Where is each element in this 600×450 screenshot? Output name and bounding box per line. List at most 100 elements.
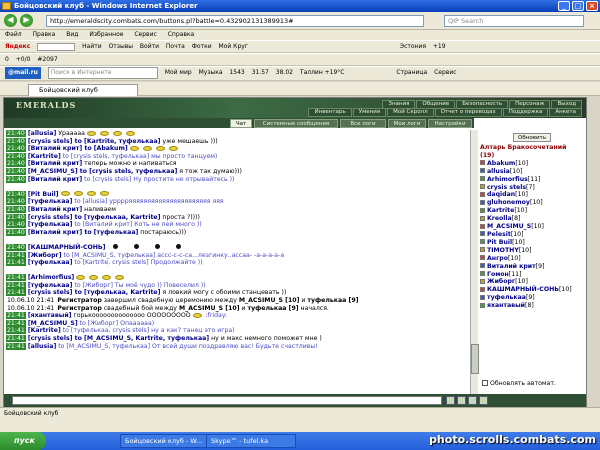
user-row[interactable]: Kreolla[8] [480, 215, 584, 223]
user-name[interactable]: Виталий крит [487, 263, 536, 270]
start-button[interactable]: пуск [0, 432, 46, 450]
user-name[interactable]: Abakum [487, 160, 515, 167]
user-row[interactable]: Ангро[10] [480, 255, 584, 263]
menu-profile[interactable]: Анкета [549, 108, 582, 117]
chat-input[interactable] [12, 396, 442, 405]
chat-nick[interactable]: [туфелькаа] [28, 259, 73, 266]
chat-recipient[interactable]: to [M_ACSIMU_S, Kartrite, туфелькаа] [73, 335, 209, 342]
chat-nick[interactable]: [allusia] [28, 130, 56, 137]
user-row[interactable]: Pit Buil[10] [480, 239, 584, 247]
tab-system-messages[interactable]: Системные сообщения [254, 119, 338, 128]
user-name[interactable]: Жиборг [487, 278, 515, 285]
user-name[interactable]: туфелькаа [487, 294, 526, 301]
chat-nick[interactable]: [Kartrite] [28, 153, 61, 160]
tab-fight-club[interactable]: Бойцовский клуб [28, 84, 138, 96]
user-row[interactable]: M_ACSIMU_S[10] [480, 223, 584, 231]
toolbar-item-reviews[interactable]: Отзывы [109, 41, 133, 52]
user-row[interactable]: яхантавый[8] [480, 302, 584, 310]
chat-nick[interactable]: [Виталий крит] [28, 145, 82, 152]
user-row[interactable]: туфелькаа[9] [480, 294, 584, 302]
url-field[interactable]: http://emeraldscity.combats.com/buttons.… [46, 15, 424, 27]
task-skype[interactable]: Skype™ - tufel.ka [206, 434, 296, 448]
user-row[interactable]: Виталий крит[9] [480, 263, 584, 271]
clear-button[interactable] [468, 396, 477, 405]
menu-transfers[interactable]: Отчет о переводах [434, 108, 502, 117]
chat-recipient[interactable]: to [Abakum] [82, 145, 127, 152]
chat-nick[interactable]: [туфелькаа] [28, 221, 73, 228]
user-name[interactable]: Kreolla [487, 215, 512, 222]
yandex-find-button[interactable]: Найти [82, 41, 101, 52]
translit-button[interactable] [479, 396, 488, 405]
chat-user-b[interactable]: туфелькаа [9] [307, 297, 358, 304]
menu-myscroll[interactable]: Мой Скролл [387, 108, 434, 117]
chat-nick[interactable]: [Виталий крит] [28, 176, 82, 183]
chat-recipient[interactable]: to [Kartrite, crysis stels] [72, 259, 148, 266]
user-name[interactable]: Arhimorfius [487, 176, 528, 183]
tab-chat[interactable]: Чат [230, 119, 252, 128]
user-name[interactable]: M_ACSIMU_S [487, 223, 531, 230]
chat-recipient[interactable]: to [crysis stels, туфелькаа] [78, 168, 178, 175]
chat-nick[interactable]: [Виталий крит] [28, 206, 82, 213]
user-row[interactable]: Abakum[10] [480, 160, 584, 168]
toolbar-item-music[interactable]: Музыка [199, 67, 223, 79]
chat-recipient[interactable]: to [туфелькаа, Kartrite] [73, 214, 161, 221]
minimize-button[interactable]: _ [558, 1, 570, 11]
user-name[interactable]: Kartrite [487, 207, 514, 214]
user-name[interactable]: Гомон [487, 271, 509, 278]
chat-nick[interactable]: [allusia] [28, 343, 56, 350]
tools-menu-button[interactable]: Сервис [434, 67, 456, 79]
auto-refresh-checkbox[interactable] [482, 380, 488, 386]
menu-file[interactable]: Файл [5, 31, 22, 38]
chat-user-a[interactable]: M_ACSIMU_S [10] [239, 297, 300, 304]
chat-nick[interactable]: [туфелькаа] [28, 282, 73, 289]
menu-view[interactable]: Вид [66, 31, 78, 38]
chat-nick[interactable]: [crysis stels] [28, 335, 73, 342]
chat-recipient[interactable]: to [Жиборг] [78, 320, 119, 327]
user-name[interactable]: daqidan [487, 191, 515, 198]
toolbar-item-photos[interactable]: Фотки [192, 41, 212, 52]
chat-recipient[interactable]: to [M_ACSIMU_S, туфелькаа] [56, 343, 150, 350]
chat-nick[interactable]: [crysis stels] [28, 138, 73, 145]
menu-tools[interactable]: Сервис [134, 31, 156, 38]
scroll-thumb[interactable] [471, 344, 479, 374]
user-name[interactable]: КАШМАРНЫЙ-СОНЬ [487, 286, 559, 293]
chat-recipient[interactable]: to [Жиборг] [72, 282, 113, 289]
chat-nick[interactable]: [Arhimorfius] [28, 274, 74, 281]
chat-nick[interactable]: [Виталий крит] [28, 229, 82, 236]
user-row[interactable]: Pelesit[10] [480, 231, 584, 239]
chat-nick[interactable]: [Виталий крит] [28, 160, 82, 167]
back-icon[interactable]: ◀ [4, 14, 17, 27]
user-row[interactable]: crysis stels[7] [480, 184, 584, 192]
toolbar-item-mykrug[interactable]: Мой Круг [219, 41, 248, 52]
refresh-button[interactable]: Обновить [513, 133, 551, 142]
chat-nick[interactable]: [Pit Buil] [28, 191, 59, 198]
user-name[interactable]: яхантавый [487, 302, 525, 309]
menu-help[interactable]: Справка [168, 31, 194, 38]
chat-user-a[interactable]: M_ACSIMU_S [10] [179, 305, 240, 312]
tab-settings[interactable]: Настройки [428, 119, 472, 128]
search-input[interactable]: QIP Search [444, 15, 584, 27]
chat-recipient[interactable]: to [туфелькаа, Kartrite] [73, 289, 161, 296]
menu-favorites[interactable]: Избранное [89, 31, 123, 38]
user-row[interactable]: gluhonemoy[10] [480, 199, 584, 207]
chat-nick[interactable]: [КАШМАРНЫЙ-СОНЬ] [28, 244, 106, 251]
chat-recipient[interactable]: to [Kartrite, туфелькаа] [73, 138, 161, 145]
user-name[interactable]: allusia [487, 168, 510, 175]
chat-nick[interactable]: [Kartrite] [28, 327, 61, 334]
user-row[interactable]: Kartrite[10] [480, 207, 584, 215]
chat-recipient[interactable]: to [туфелькаа] [82, 229, 138, 236]
user-name[interactable]: gluhonemoy [487, 199, 530, 206]
tab-my-logs[interactable]: Мои логи [388, 119, 426, 128]
chat-scrollbar[interactable] [470, 130, 479, 394]
forward-icon[interactable]: ▶ [20, 14, 33, 27]
chat-nick[interactable]: [M_ACSIMU_S] [28, 168, 78, 175]
mail-search-input[interactable]: Поиск в Интернете [47, 67, 158, 79]
user-row[interactable]: Arhimorfius[11] [480, 176, 584, 184]
chat-nick[interactable]: [crysis stels] [28, 214, 73, 221]
user-name[interactable]: Ангро [487, 255, 508, 262]
user-name[interactable]: Pelesit [487, 231, 511, 238]
chat-nick[interactable]: [туфелькаа] [28, 198, 73, 205]
user-row[interactable]: TIMOTHY[10] [480, 247, 584, 255]
chat-nick[interactable]: [crysis stels] [28, 289, 73, 296]
menu-inventory[interactable]: Инвентарь [308, 108, 352, 117]
